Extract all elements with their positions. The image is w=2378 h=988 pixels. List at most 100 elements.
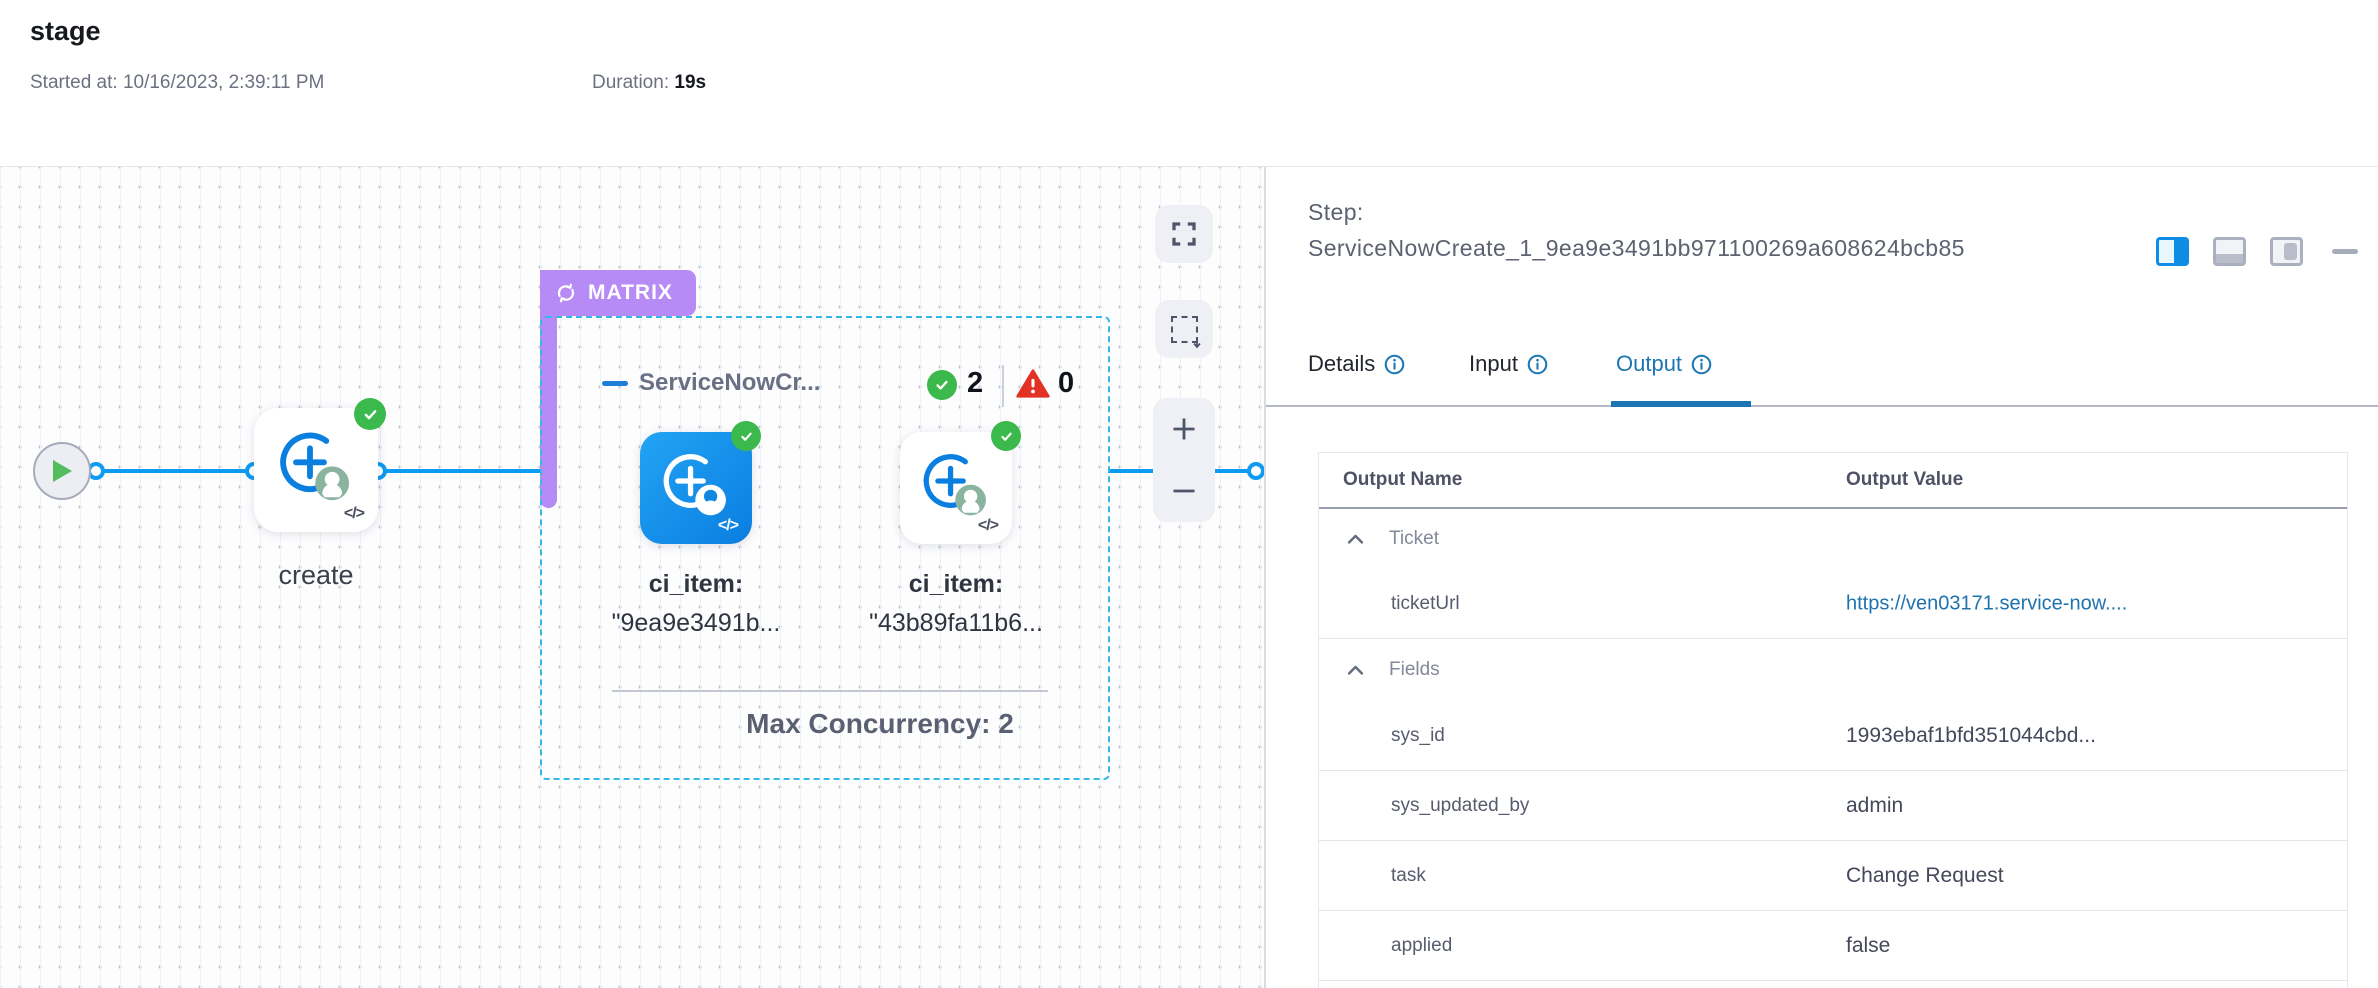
started-label: Started at: — [30, 72, 118, 93]
table-row: sys_updated_by admin — [1319, 771, 2347, 841]
duration-label: Duration: — [592, 72, 669, 93]
layout-bottom-icon — [2216, 254, 2243, 263]
servicenow-create-icon — [916, 446, 992, 522]
output-value: Change Request — [1846, 864, 2004, 888]
edge-start-to-create — [88, 469, 256, 473]
info-icon[interactable] — [1384, 354, 1405, 375]
ticket-url-link[interactable]: https://ven03171.service-now.... — [1846, 592, 2127, 615]
create-node-label: create — [254, 560, 378, 591]
output-name: applied — [1391, 935, 1452, 957]
tab-input[interactable]: Input — [1469, 351, 1548, 377]
warning-icon — [1016, 368, 1050, 400]
tab-output-label: Output — [1616, 351, 1682, 377]
output-table: Output Name Output Value Ticket ticketUr… — [1318, 452, 2348, 988]
code-icon: </> — [718, 517, 738, 535]
marquee-select-icon — [1171, 316, 1198, 343]
matrix-badge[interactable]: MATRIX — [540, 270, 696, 316]
success-check-icon — [927, 370, 957, 400]
started-value: 10/16/2023, 2:39:11 PM — [123, 72, 324, 93]
step-title: Step: ServiceNowCreate_1_9ea9e3491bb9711… — [1308, 195, 1968, 266]
matrix-group-box[interactable]: ServiceNowCr... 2 0 — [540, 316, 1110, 780]
matrix-badge-label: MATRIX — [588, 281, 673, 305]
fullscreen-button[interactable] — [1155, 205, 1213, 263]
matrix-child-label-1: ci_item: "9ea9e3491b... — [576, 570, 816, 638]
ci-item-value: "43b89fa11b6... — [836, 609, 1076, 638]
workflow-canvas[interactable]: </> create MATRIX ServiceNowCr... 2 — [0, 167, 1266, 988]
create-step-node[interactable]: </> — [254, 408, 378, 532]
info-icon[interactable] — [1691, 354, 1712, 375]
success-check-icon — [991, 421, 1021, 451]
tab-output-active[interactable]: Output — [1616, 351, 1712, 377]
ci-item-key: ci_item: — [836, 570, 1076, 599]
play-icon — [50, 458, 74, 484]
duration-value: 19s — [674, 72, 706, 93]
zoom-controls — [1153, 398, 1215, 522]
chevron-up-icon[interactable] — [1347, 664, 1364, 676]
group-row-fields[interactable]: Fields — [1319, 639, 2347, 701]
output-value: false — [1846, 934, 1890, 958]
group-row-ticket[interactable]: Ticket — [1319, 509, 2347, 569]
active-tab-underline — [1611, 401, 1751, 407]
tabs-divider — [1266, 405, 2378, 407]
zoom-in-button[interactable] — [1153, 398, 1215, 460]
step-name: ServiceNowCreate_1_9ea9e3491bb971100269a… — [1308, 231, 1968, 267]
edge-port-icon — [1247, 462, 1265, 480]
loop-icon — [554, 281, 578, 305]
layout-split-right-button[interactable] — [2156, 237, 2189, 266]
matrix-child-node-2[interactable]: </> — [900, 432, 1012, 544]
tab-details-label: Details — [1308, 351, 1375, 377]
fullscreen-icon — [1169, 219, 1199, 249]
output-name: sys_id — [1391, 725, 1445, 747]
step-details-panel: Step: ServiceNowCreate_1_9ea9e3491bb9711… — [1266, 167, 2378, 988]
column-output-value: Output Value — [1846, 469, 1963, 491]
output-name: ticketUrl — [1391, 593, 1460, 615]
group-name: Fields — [1389, 659, 1440, 681]
layout-split-icon — [2174, 240, 2186, 263]
collapse-minus-icon[interactable] — [602, 381, 628, 386]
group-name: Ticket — [1389, 528, 1439, 550]
stage-header: stage Started at: 10/16/2023, 2:39:11 PM… — [0, 0, 2378, 167]
output-value: admin — [1846, 794, 1903, 818]
code-icon: </> — [978, 517, 998, 535]
minimize-panel-button[interactable] — [2332, 249, 2358, 254]
start-node[interactable] — [33, 442, 91, 500]
success-check-icon — [354, 398, 386, 430]
marquee-select-button[interactable] — [1155, 300, 1213, 358]
table-row: sys_id 1993ebaf1bfd351044cbd... — [1319, 701, 2347, 771]
code-icon: </> — [344, 505, 364, 523]
table-row: task Change Request — [1319, 841, 2347, 911]
count-divider — [1002, 365, 1004, 407]
column-output-name: Output Name — [1343, 469, 1462, 491]
matrix-child-label-2: ci_item: "43b89fa11b6... — [836, 570, 1076, 638]
servicenow-create-icon — [271, 424, 355, 508]
edge-create-to-matrix — [378, 469, 542, 473]
servicenow-create-icon — [656, 446, 732, 522]
matrix-divider — [612, 690, 1048, 692]
info-icon[interactable] — [1527, 354, 1548, 375]
output-name: sys_updated_by — [1391, 795, 1529, 817]
matrix-child-node-1[interactable]: </> — [640, 432, 752, 544]
error-count: 0 — [1058, 367, 1074, 400]
max-concurrency-label: Max Concurrency: 2 — [692, 708, 1068, 740]
tab-details[interactable]: Details — [1308, 351, 1405, 377]
matrix-step-title: ServiceNowCr... — [639, 369, 820, 397]
ci-item-key: ci_item: — [576, 570, 816, 599]
page-title: stage — [30, 16, 101, 47]
chevron-up-icon[interactable] — [1347, 533, 1364, 545]
duration: Duration: 19s — [592, 72, 706, 94]
zoom-in-icon — [1170, 415, 1198, 443]
zoom-out-button[interactable] — [1153, 460, 1215, 522]
pipeline-execution-view: stage Started at: 10/16/2023, 2:39:11 PM… — [0, 0, 2378, 988]
success-check-icon — [731, 421, 761, 451]
tab-input-label: Input — [1469, 351, 1518, 377]
table-row: applied false — [1319, 911, 2347, 981]
layout-bottom-button[interactable] — [2213, 237, 2246, 266]
zoom-out-icon — [1170, 477, 1198, 505]
started-at: Started at: 10/16/2023, 2:39:11 PM — [30, 72, 324, 94]
output-name: task — [1391, 865, 1426, 887]
success-count: 2 — [967, 367, 983, 400]
table-row: ticketUrl https://ven03171.service-now..… — [1319, 569, 2347, 639]
layout-float-icon — [2284, 243, 2297, 260]
step-label: Step: — [1308, 195, 1968, 231]
layout-float-button[interactable] — [2270, 237, 2303, 266]
